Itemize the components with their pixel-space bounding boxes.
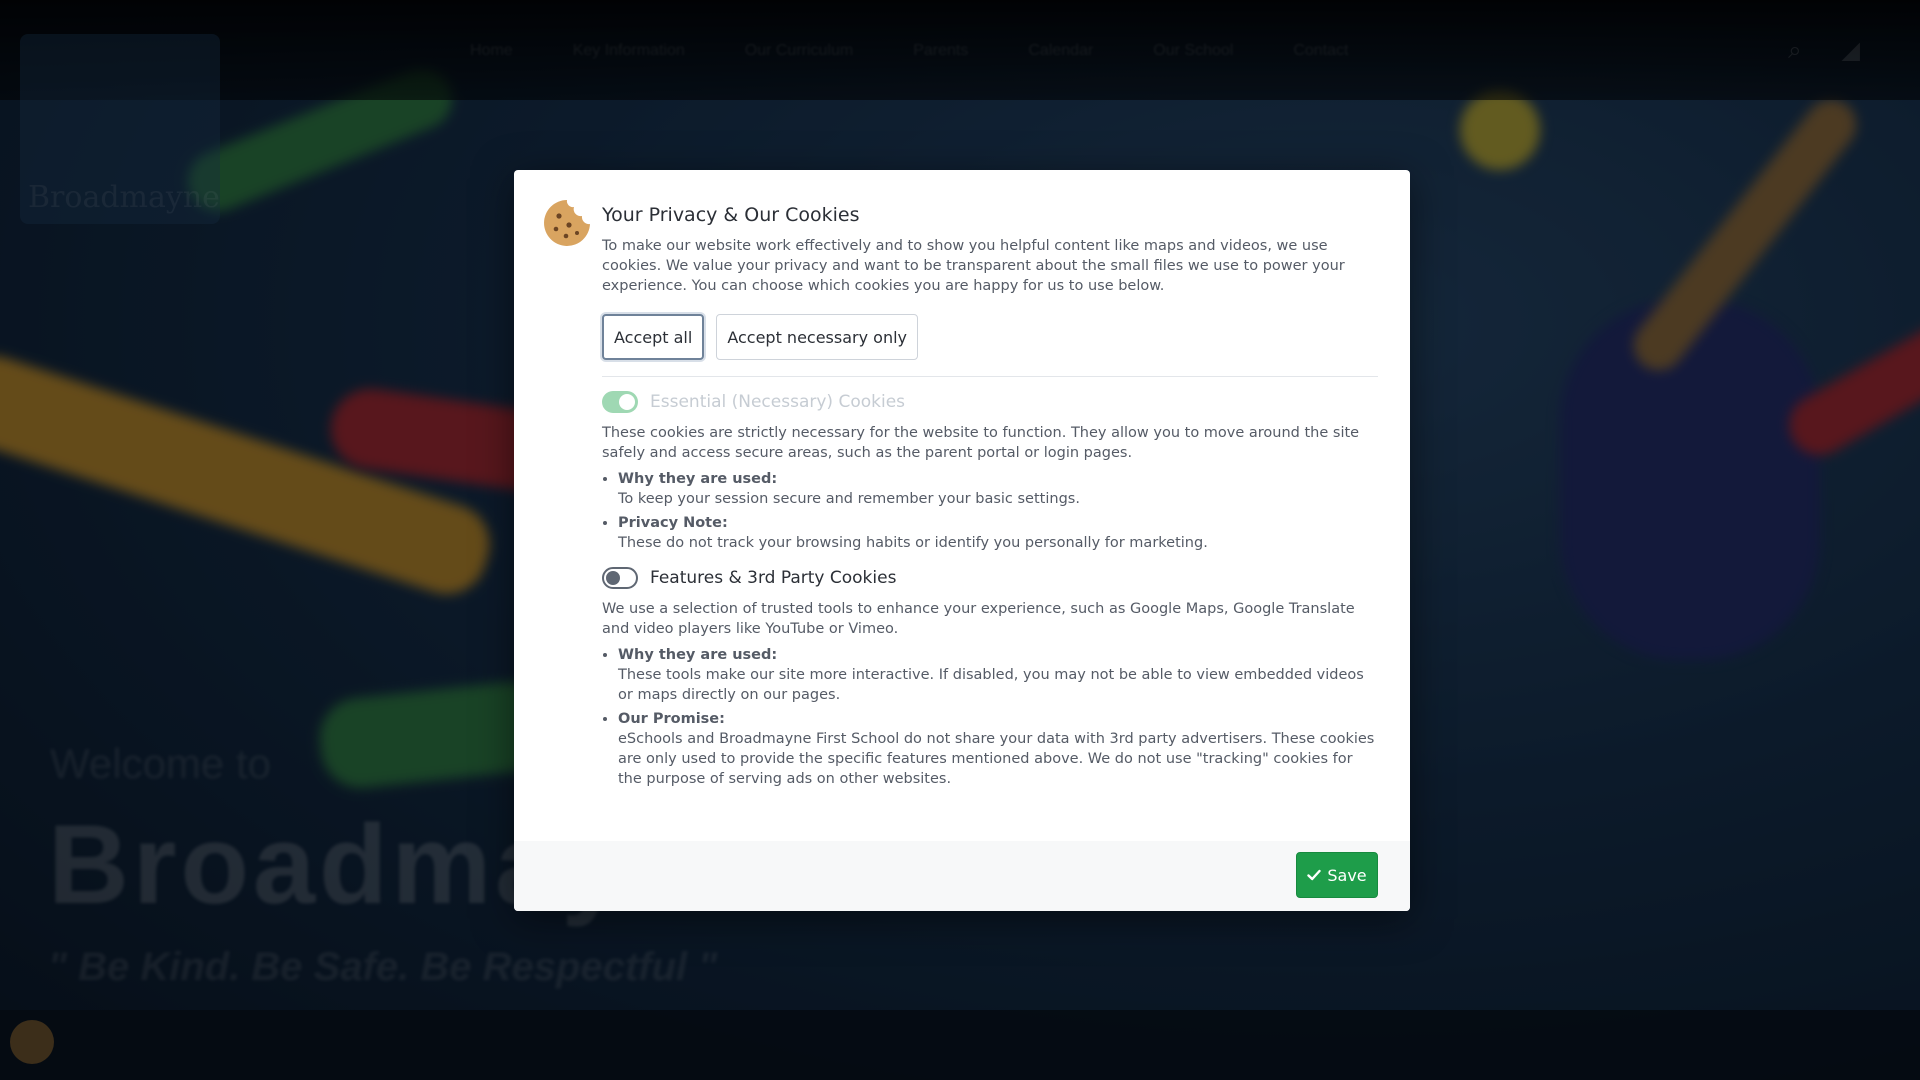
dialog-intro-text: To make our website work effectively and…: [602, 238, 1345, 294]
dialog-title: Your Privacy & Our Cookies: [602, 204, 860, 226]
point-text: These tools make our site more interacti…: [618, 667, 1364, 703]
dialog-body: Your Privacy & Our Cookies To make our w…: [514, 170, 1410, 841]
point-title: Why they are used:: [618, 647, 778, 663]
features-cookies-section: Features & 3rd Party Cookies We use a se…: [602, 567, 1378, 789]
point-text: eSchools and Broadmayne First School do …: [618, 731, 1375, 787]
essential-toggle-row: Essential (Necessary) Cookies: [602, 391, 1378, 413]
features-cookies-label[interactable]: Features & 3rd Party Cookies: [650, 568, 896, 588]
consent-buttons: Accept all Accept necessary only: [602, 314, 1378, 360]
essential-cookies-section: Essential (Necessary) Cookies These cook…: [602, 391, 1378, 553]
check-icon: [1307, 869, 1322, 881]
list-item: Why they are used: These tools make our …: [618, 645, 1378, 705]
toggle-knob: [606, 571, 620, 585]
divider: [602, 376, 1378, 377]
point-title: Our Promise:: [618, 711, 725, 727]
dialog-footer: Save: [514, 841, 1410, 911]
point-text: These do not track your browsing habits …: [618, 535, 1208, 551]
essential-cookies-label: Essential (Necessary) Cookies: [650, 392, 906, 412]
essential-cookies-toggle: [602, 391, 638, 413]
list-item: Privacy Note: These do not track your br…: [618, 513, 1378, 553]
accept-necessary-button[interactable]: Accept necessary only: [716, 314, 919, 360]
point-text: To keep your session secure and remember…: [618, 491, 1080, 507]
save-button[interactable]: Save: [1296, 852, 1378, 898]
toggle-knob: [619, 394, 635, 410]
essential-cookies-points: Why they are used: To keep your session …: [602, 469, 1378, 553]
cookie-icon: [544, 200, 590, 246]
accept-all-button[interactable]: Accept all: [602, 314, 705, 360]
list-item: Why they are used: To keep your session …: [618, 469, 1378, 509]
features-cookies-points: Why they are used: These tools make our …: [602, 645, 1378, 789]
point-title: Privacy Note:: [618, 515, 728, 531]
list-item: Our Promise: eSchools and Broadmayne Fir…: [618, 709, 1378, 789]
essential-cookies-description: These cookies are strictly necessary for…: [602, 425, 1360, 461]
features-cookies-toggle[interactable]: [602, 567, 638, 589]
cookie-consent-dialog: Your Privacy & Our Cookies To make our w…: [514, 170, 1410, 911]
save-button-label: Save: [1327, 865, 1367, 885]
point-title: Why they are used:: [618, 471, 778, 487]
features-cookies-description: We use a selection of trusted tools to e…: [602, 601, 1355, 637]
features-toggle-row: Features & 3rd Party Cookies: [602, 567, 1378, 589]
